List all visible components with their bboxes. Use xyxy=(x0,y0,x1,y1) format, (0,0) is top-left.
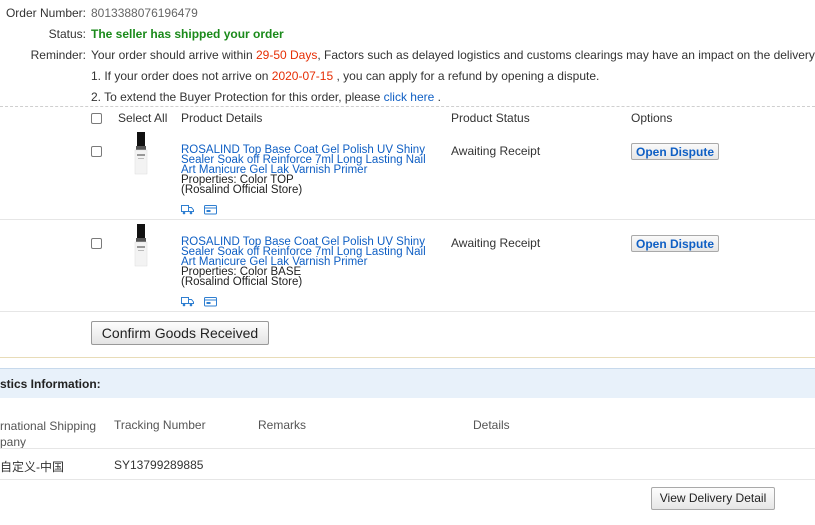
product-thumbnail[interactable] xyxy=(131,224,151,270)
note1-pre: 1. If your order does not arrive on xyxy=(91,69,272,83)
remarks-header: Remarks xyxy=(258,418,307,432)
status-label: Status: xyxy=(48,27,86,41)
shipping-company-header-line2: pany xyxy=(0,435,27,449)
view-delivery-detail-button[interactable]: View Delivery Detail xyxy=(651,487,775,510)
product-details-header: Product Details xyxy=(181,111,263,125)
status-text: The seller has shipped your order xyxy=(91,27,284,41)
order-number: 8013388076196479 xyxy=(91,6,198,20)
product-status: Awaiting Receipt xyxy=(451,144,541,158)
product-thumbnail[interactable] xyxy=(131,132,151,178)
divider xyxy=(0,106,815,107)
product-details: ROSALIND Top Base Coat Gel Polish UV Shi… xyxy=(181,236,433,288)
row-divider xyxy=(0,311,815,312)
details-header: Details xyxy=(473,418,510,432)
logistics-truck-icon[interactable] xyxy=(181,296,194,307)
note-refund: 1. If your order does not arrive on 2020… xyxy=(91,69,599,83)
select-all-checkbox[interactable] xyxy=(91,113,102,124)
note2-pre: 2. To extend the Buyer Protection for th… xyxy=(91,90,384,104)
note1-post: , you can apply for a refund by opening … xyxy=(333,69,600,83)
row-checkbox[interactable] xyxy=(91,146,102,157)
product-title-link[interactable]: ROSALIND Top Base Coat Gel Polish UV Shi… xyxy=(181,144,426,176)
shipping-company-header-line1: rnational Shipping xyxy=(0,419,97,433)
logistics-divider xyxy=(0,479,815,480)
product-status-header: Product Status xyxy=(451,111,530,125)
row-checkbox[interactable] xyxy=(91,238,102,249)
reminder-post: , Factors such as delayed logistics and … xyxy=(317,48,815,62)
table-row: ROSALIND Top Base Coat Gel Polish UV Shi… xyxy=(0,220,815,310)
note2-post: . xyxy=(434,90,441,104)
tracking-number-header: Tracking Number xyxy=(114,418,206,432)
product-details: ROSALIND Top Base Coat Gel Polish UV Shi… xyxy=(181,144,433,196)
reminder-label: Reminder: xyxy=(30,48,86,62)
logistics-divider xyxy=(0,448,815,449)
open-dispute-button[interactable]: Open Dispute xyxy=(631,143,719,160)
confirm-goods-received-button[interactable]: Confirm Goods Received xyxy=(91,321,269,345)
note-protection: 2. To extend the Buyer Protection for th… xyxy=(91,90,441,104)
card-icon[interactable] xyxy=(204,296,217,307)
tracking-number: SY13799289885 xyxy=(114,458,204,472)
note1-date: 2020-07-15 xyxy=(271,69,334,83)
click-here-link[interactable]: click here xyxy=(384,90,435,104)
store-name: (Rosalind Official Store) xyxy=(181,184,303,196)
reminder-pre: Your order should arrive within xyxy=(91,48,256,62)
section-divider xyxy=(0,357,815,358)
product-title-link[interactable]: ROSALIND Top Base Coat Gel Polish UV Shi… xyxy=(181,236,426,268)
select-all-header: Select All xyxy=(118,111,168,125)
logistics-bar xyxy=(0,368,815,398)
table-row: ROSALIND Top Base Coat Gel Polish UV Shi… xyxy=(0,128,815,218)
reminder-days: 29-50 Days xyxy=(255,48,318,62)
options-header: Options xyxy=(631,111,673,125)
reminder-text: Your order should arrive within 29-50 Da… xyxy=(91,48,815,62)
logistics-heading: stics Information: xyxy=(0,377,101,391)
product-status: Awaiting Receipt xyxy=(451,236,541,250)
shipping-company: 自定义-中国 xyxy=(0,460,64,474)
order-number-label: Order Number: xyxy=(5,6,86,20)
logistics-truck-icon[interactable] xyxy=(181,204,194,215)
store-name: (Rosalind Official Store) xyxy=(181,276,303,288)
shipping-company-header: rnational Shipping pany xyxy=(0,418,96,450)
open-dispute-button[interactable]: Open Dispute xyxy=(631,235,719,252)
card-icon[interactable] xyxy=(204,204,217,215)
